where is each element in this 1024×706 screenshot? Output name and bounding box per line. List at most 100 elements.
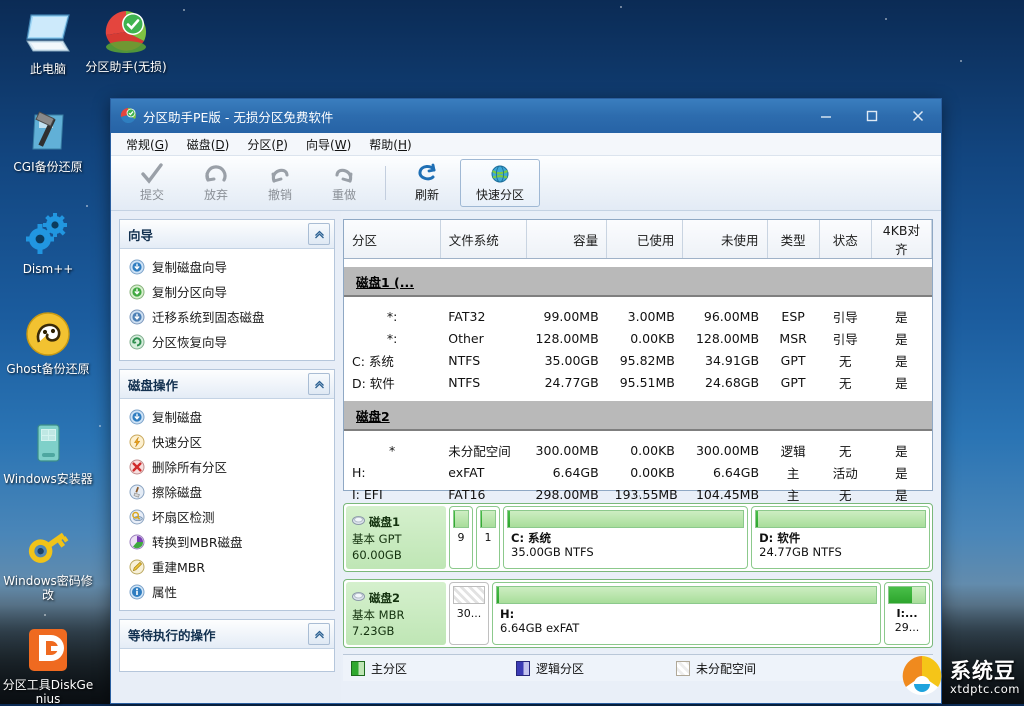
sidebar-item-label: 重建MBR bbox=[152, 560, 206, 575]
menu-partition[interactable]: 分区(P) bbox=[238, 134, 297, 155]
minimize-button[interactable] bbox=[803, 99, 849, 133]
partition-sub: 9 bbox=[457, 531, 465, 544]
disk1-part-c[interactable]: C: 系统 35.00GB NTFS bbox=[503, 506, 749, 569]
ghost-icon bbox=[0, 310, 96, 358]
toolbar-redo-button[interactable]: 重做 bbox=[313, 159, 375, 207]
cell-align: 是 bbox=[895, 353, 908, 369]
sidebar-item-copy-disk[interactable]: 复制磁盘 bbox=[120, 404, 334, 429]
sidebar-item-quick-partition[interactable]: 快速分区 bbox=[120, 429, 334, 454]
usage-bar bbox=[480, 510, 496, 528]
desktop-icon-label: Windows安装器 bbox=[3, 472, 93, 486]
sidebar-item-partition-recovery-wizard[interactable]: 分区恢复向导 bbox=[120, 329, 334, 354]
cell-capacity: 24.77GB bbox=[544, 374, 599, 390]
disk2-map-row[interactable]: 磁盘2 基本 MBR 7.23GB 30... H: 6.64GB exFAT … bbox=[343, 579, 933, 648]
col-filesystem[interactable]: 文件系统 bbox=[440, 220, 527, 259]
col-unused[interactable]: 未使用 bbox=[682, 220, 768, 259]
toolbar-refresh-button[interactable]: 刷新 bbox=[396, 159, 458, 207]
usage-bar bbox=[496, 586, 877, 604]
sidebar-item-copy-partition-wizard[interactable]: 复制分区向导 bbox=[120, 279, 334, 304]
disk1-group-header[interactable]: 磁盘1 (... bbox=[344, 267, 932, 297]
legend-logical: 逻辑分区 bbox=[516, 660, 676, 677]
col-capacity[interactable]: 容量 bbox=[526, 220, 608, 259]
table-row[interactable]: D: 软件 NTFS 24.77GB 95.51MB 24.68GB GPT 无… bbox=[344, 371, 932, 393]
migrate-icon bbox=[128, 308, 145, 325]
desktop-icon-diskgenius[interactable]: 分区工具DiskGenius bbox=[0, 626, 96, 706]
collapse-toggle-wizard[interactable] bbox=[308, 223, 330, 245]
menu-general[interactable]: 常规(G) bbox=[117, 134, 178, 155]
cell-partition: D: 软件 bbox=[352, 375, 395, 391]
horizontal-splitter[interactable]: ···· bbox=[343, 491, 933, 503]
window-titlebar[interactable]: 分区助手PE版 - 无损分区免费软件 bbox=[111, 99, 941, 133]
table-row[interactable]: C: 系统 NTFS 35.00GB 95.82MB 34.91GB GPT 无… bbox=[344, 349, 932, 371]
wizard-panel: 向导 复制磁盘向导 复制分区向导 迁移系统到固态磁盘 分区恢复向导 bbox=[119, 219, 335, 361]
sidebar-item-convert-to-mbr[interactable]: 转换到MBR磁盘 bbox=[120, 529, 334, 554]
desktop-icon-windows-password[interactable]: Windows密码修改 bbox=[0, 522, 96, 602]
close-button[interactable] bbox=[895, 99, 941, 133]
toolbar-discard-button[interactable]: 放弃 bbox=[185, 159, 247, 207]
diskops-panel-title: 磁盘操作 bbox=[128, 377, 179, 393]
cell-partition: H: bbox=[352, 464, 366, 480]
disk1-part-d[interactable]: D: 软件 24.77GB NTFS bbox=[751, 506, 930, 569]
cell-unused: 96.00MB bbox=[703, 308, 760, 324]
disk2-group-header[interactable]: 磁盘2 bbox=[344, 401, 932, 431]
sidebar-item-migrate-os-ssd[interactable]: 迁移系统到固态磁盘 bbox=[120, 304, 334, 329]
desktop-icon-cgi-backup[interactable]: CGI备份还原 bbox=[0, 108, 96, 174]
table-row[interactable]: H: exFAT 6.64GB 0.00KB 6.64GB 主 活动 是 bbox=[344, 461, 932, 483]
toolbar-undo-button[interactable]: 撤销 bbox=[249, 159, 311, 207]
window-body: 向导 复制磁盘向导 复制分区向导 迁移系统到固态磁盘 分区恢复向导 磁盘操作 复… bbox=[111, 211, 941, 703]
desktop-icon-ghost-backup[interactable]: Ghost备份还原 bbox=[0, 310, 96, 376]
disk2-size: 7.23GB bbox=[352, 623, 395, 638]
sidebar-item-rebuild-mbr[interactable]: 重建MBR bbox=[120, 554, 334, 579]
sidebar-item-wipe-disk[interactable]: 擦除磁盘 bbox=[120, 479, 334, 504]
wizard-panel-list: 复制磁盘向导 复制分区向导 迁移系统到固态磁盘 分区恢复向导 bbox=[120, 249, 334, 360]
disk2-part-unallocated[interactable]: 30... bbox=[449, 582, 489, 645]
sidebar-item-copy-disk-wizard[interactable]: 复制磁盘向导 bbox=[120, 254, 334, 279]
toolbar-label: 放弃 bbox=[203, 188, 228, 202]
desktop-icon-partition-assistant[interactable]: 分区助手(无损) bbox=[78, 8, 174, 74]
cell-align: 是 bbox=[895, 309, 908, 325]
partition-sub: 6.64GB exFAT bbox=[500, 621, 580, 635]
desktop-icon-dism-plus[interactable]: Dism++ bbox=[0, 210, 96, 276]
toolbar-quick-partition-button[interactable]: 快速分区 bbox=[460, 159, 540, 207]
disk2-part-h[interactable]: H: 6.64GB exFAT bbox=[492, 582, 881, 645]
sidebar-item-label: 复制分区向导 bbox=[152, 285, 228, 300]
sidebar-item-delete-all-partitions[interactable]: 删除所有分区 bbox=[120, 454, 334, 479]
col-type[interactable]: 类型 bbox=[767, 220, 820, 259]
menu-disk[interactable]: 磁盘(D) bbox=[178, 134, 239, 155]
desktop-icon-windows-installer[interactable]: Windows安装器 bbox=[0, 420, 96, 486]
col-used[interactable]: 已使用 bbox=[606, 220, 684, 259]
table-row[interactable]: *: Other 128.00MB 0.00KB 128.00MB MSR 引导… bbox=[344, 327, 932, 349]
disk2-part-i[interactable]: I:... 29... bbox=[884, 582, 930, 645]
disk1-part-esp[interactable]: 9 bbox=[449, 506, 473, 569]
sidebar-item-label: 复制磁盘向导 bbox=[152, 260, 228, 275]
maximize-button[interactable] bbox=[849, 99, 895, 133]
delete-icon bbox=[128, 458, 145, 475]
disk2-map-label: 磁盘2 基本 MBR 7.23GB bbox=[346, 582, 446, 645]
disk1-map-row[interactable]: 磁盘1 基本 GPT 60.00GB 9 1 C: 系统 35.00GB NTF… bbox=[343, 503, 933, 572]
col-partition[interactable]: 分区 bbox=[344, 220, 441, 259]
table-row[interactable]: * 未分配空间 300.00MB 0.00KB 300.00MB 逻辑 无 是 bbox=[344, 439, 932, 461]
col-align4kb[interactable]: 4KB对齐 bbox=[871, 220, 933, 259]
partition-title: C: 系统 bbox=[511, 531, 552, 545]
cell-capacity: 300.00MB bbox=[535, 442, 599, 458]
sidebar-item-properties[interactable]: 属性 bbox=[120, 579, 334, 604]
menu-bar: 常规(G) 磁盘(D) 分区(P) 向导(W) 帮助(H) bbox=[111, 133, 941, 156]
cell-type: MSR bbox=[779, 330, 807, 346]
partition-title: H: bbox=[500, 607, 515, 621]
col-status[interactable]: 状态 bbox=[819, 220, 872, 259]
disk1-size: 60.00GB bbox=[352, 547, 402, 562]
menu-wizard[interactable]: 向导(W) bbox=[297, 134, 360, 155]
menu-help[interactable]: 帮助(H) bbox=[360, 134, 420, 155]
table-spacer bbox=[344, 430, 932, 439]
collapse-toggle-diskops[interactable] bbox=[308, 373, 330, 395]
cell-unused: 34.91GB bbox=[705, 352, 760, 368]
toolbar-commit-button[interactable]: 提交 bbox=[121, 159, 183, 207]
partition-info: D: 软件 24.77GB NTFS bbox=[755, 528, 926, 559]
legend-logical-swatch bbox=[516, 660, 530, 676]
cell-filesystem: Other bbox=[448, 330, 484, 346]
sidebar-item-bad-sector-check[interactable]: 坏扇区检测 bbox=[120, 504, 334, 529]
sidebar-item-label: 属性 bbox=[152, 585, 178, 600]
collapse-toggle-pending[interactable] bbox=[308, 623, 330, 645]
disk1-part-msr[interactable]: 1 bbox=[476, 506, 500, 569]
table-row[interactable]: *: FAT32 99.00MB 3.00MB 96.00MB ESP 引导 是 bbox=[344, 305, 932, 327]
